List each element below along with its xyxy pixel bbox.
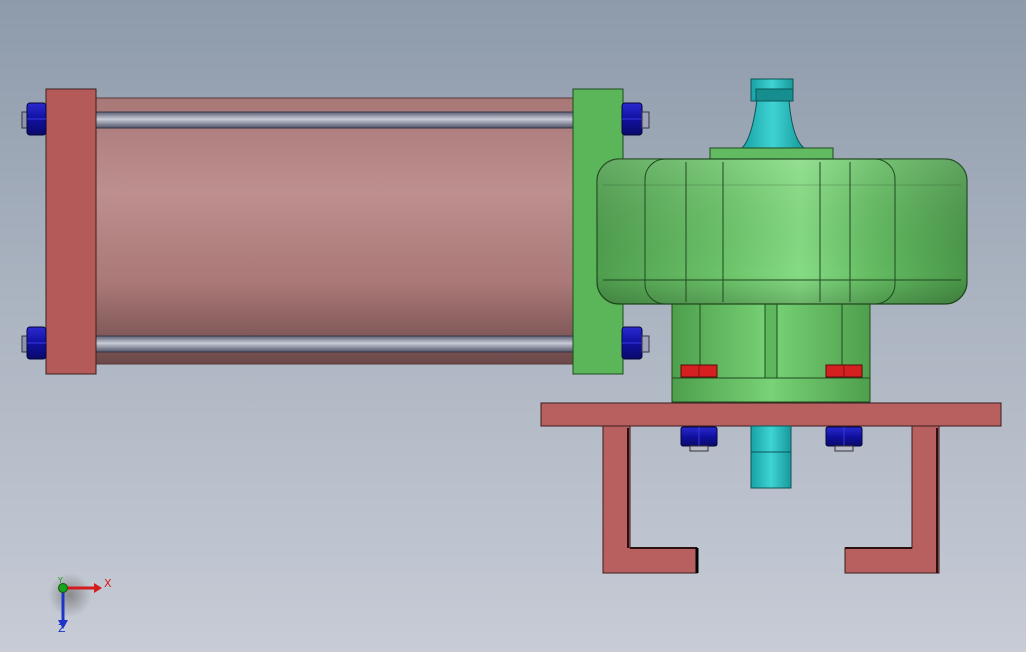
graphics-viewport[interactable]: X Z Y <box>0 0 1026 652</box>
hex-nut-left-bottom[interactable] <box>21 326 47 360</box>
actuator-housing[interactable] <box>596 147 968 403</box>
output-shaft-top[interactable] <box>740 78 806 149</box>
tie-rod-bottom[interactable] <box>94 335 576 353</box>
triad-y-label: Y <box>57 576 63 585</box>
output-shaft-bottom[interactable] <box>750 425 792 489</box>
pneumatic-cylinder[interactable] <box>21 88 576 375</box>
cylinder-barrel[interactable] <box>94 97 576 365</box>
reference-triad[interactable]: X Z Y <box>48 573 112 635</box>
hex-nut-bottom-right[interactable] <box>825 426 863 452</box>
hex-nut-right-bottom[interactable] <box>621 326 650 360</box>
cad-model-view[interactable]: X Z Y <box>0 0 1026 652</box>
triad-x-label: X <box>104 577 112 590</box>
hex-nut-left-top[interactable] <box>21 102 47 136</box>
hex-nut-right-top[interactable] <box>621 102 650 136</box>
cylinder-end-plate[interactable] <box>45 88 97 375</box>
tie-rod-top[interactable] <box>94 111 576 129</box>
hex-nut-bottom-left[interactable] <box>680 426 718 452</box>
triad-z-label: Z <box>58 622 66 635</box>
